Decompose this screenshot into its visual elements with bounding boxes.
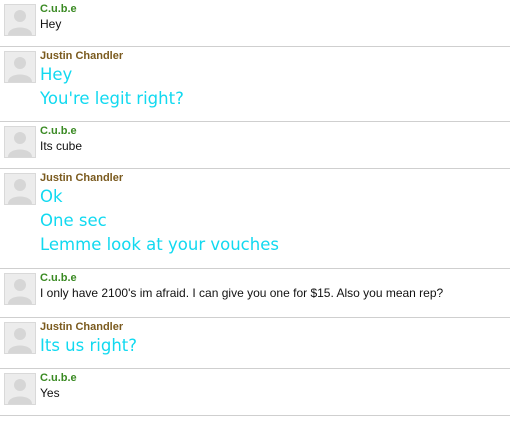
message-item: C.u.b.e Yes [0, 369, 510, 416]
message-line: Hey [40, 65, 73, 84]
message-line: Its cube [40, 139, 83, 153]
default-avatar-icon[interactable] [4, 373, 36, 405]
message-item: C.u.b.e Hey [0, 0, 510, 47]
message-item: C.u.b.e I only have 2100's im afraid. I … [0, 269, 510, 318]
message-body: Hey You're legit right? [40, 63, 184, 111]
message-item: Justin Chandler Its us right? [0, 318, 510, 369]
message-line: I only have 2100's im afraid. I can give… [40, 286, 444, 300]
message-thread: C.u.b.e Hey Justin Chandler Hey You're l… [0, 0, 510, 421]
message-item: C.u.b.e Its cube [0, 122, 510, 169]
message-line: Yes [40, 386, 60, 400]
message-line: You're legit right? [40, 89, 184, 108]
message-line: One sec [40, 211, 107, 230]
message-body: Ok One sec Lemme look at your vouches [40, 185, 279, 257]
sender-name[interactable]: Justin Chandler [40, 172, 123, 185]
default-avatar-icon[interactable] [4, 126, 36, 158]
message-item: Justin Chandler Ok One sec Lemme look at… [0, 169, 510, 269]
sender-name[interactable]: C.u.b.e [40, 272, 77, 285]
sender-name[interactable]: C.u.b.e [40, 125, 77, 138]
message-body: Hey [40, 16, 61, 32]
message-line: Ok [40, 187, 63, 206]
default-avatar-icon[interactable] [4, 4, 36, 36]
sender-name[interactable]: C.u.b.e [40, 372, 77, 385]
default-avatar-icon[interactable] [4, 273, 36, 305]
message-line: Hey [40, 17, 62, 31]
sender-name[interactable]: Justin Chandler [40, 50, 123, 63]
message-body: I only have 2100's im afraid. I can give… [40, 285, 443, 301]
default-avatar-icon[interactable] [4, 51, 36, 83]
message-body: Yes [40, 385, 60, 401]
message-body: Its cube [40, 138, 82, 154]
sender-name[interactable]: Justin Chandler [40, 321, 123, 334]
message-line: Its us right? [40, 336, 138, 355]
default-avatar-icon[interactable] [4, 173, 36, 205]
message-item: Justin Chandler Hey You're legit right? [0, 47, 510, 122]
default-avatar-icon[interactable] [4, 322, 36, 354]
message-line: Lemme look at your vouches [40, 235, 279, 254]
message-body: Its us right? [40, 334, 137, 358]
sender-name[interactable]: C.u.b.e [40, 3, 77, 16]
